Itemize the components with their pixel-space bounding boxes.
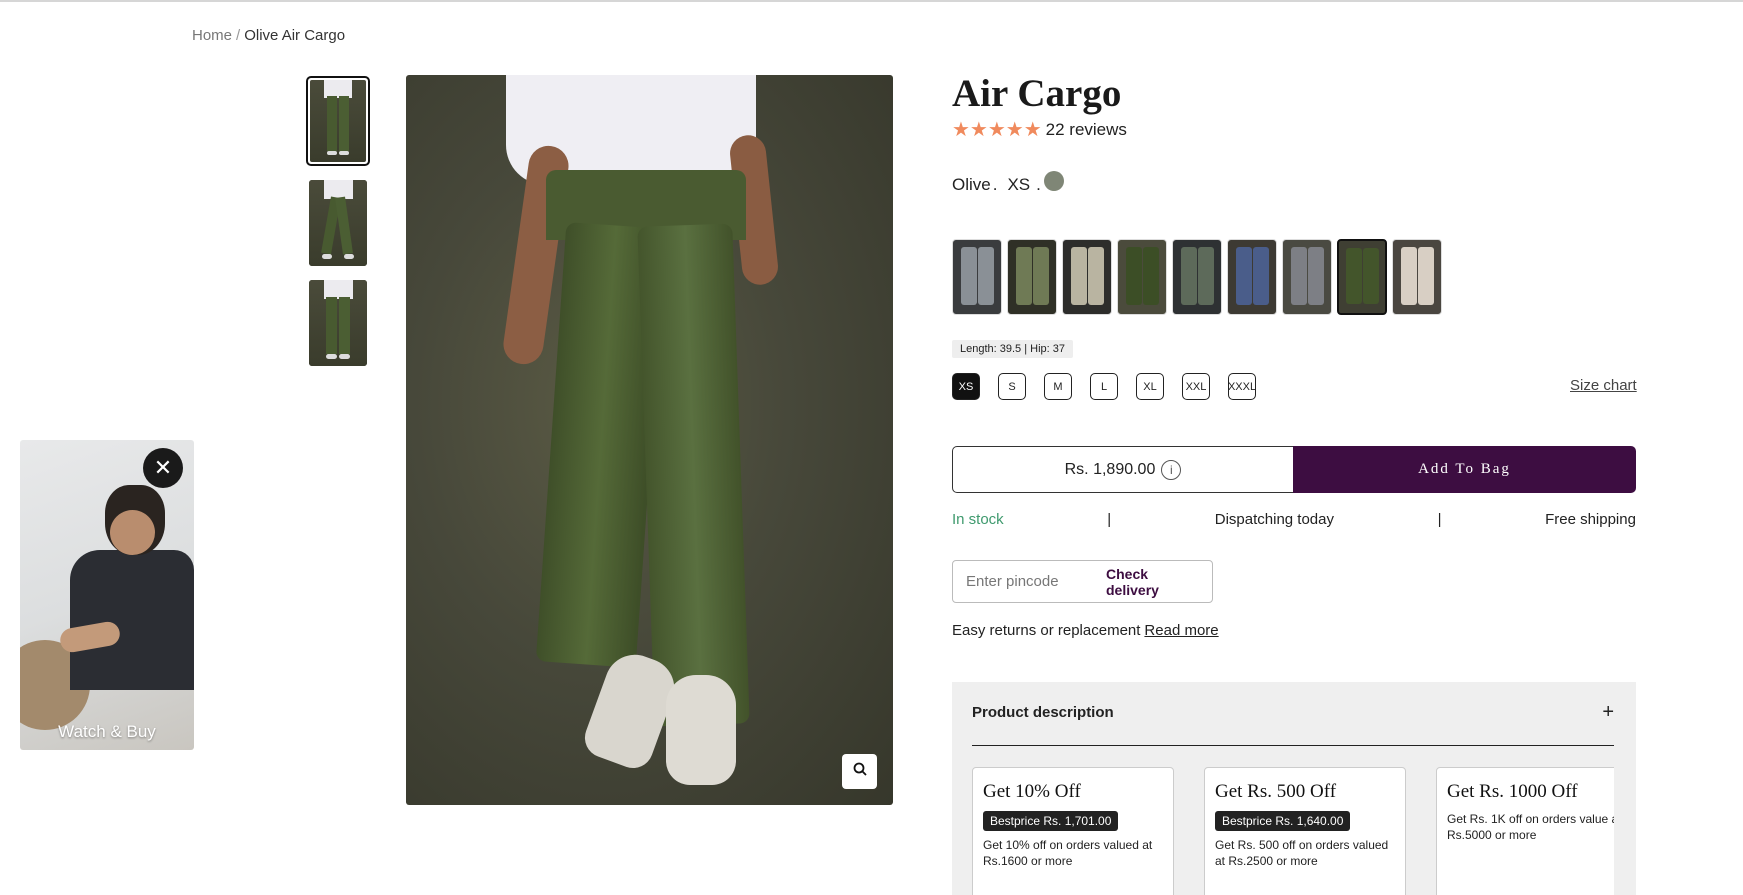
variant-size: XS bbox=[1007, 175, 1031, 194]
bestprice-badge: Bestprice Rs. 1,640.00 bbox=[1215, 811, 1351, 831]
offer-description: Get 10% off on orders valued at Rs.1600 … bbox=[983, 838, 1153, 868]
breadcrumb-home[interactable]: Home bbox=[192, 27, 232, 44]
review-count[interactable]: 22 reviews bbox=[1046, 120, 1127, 140]
watch-and-buy-label: Watch & Buy bbox=[58, 722, 156, 741]
color-swatch[interactable] bbox=[1172, 239, 1222, 315]
breadcrumb: Home / Olive Air Cargo bbox=[192, 27, 345, 44]
status-row: In stock | Dispatching today | Free ship… bbox=[952, 511, 1636, 528]
pincode-input[interactable] bbox=[966, 573, 1106, 590]
info-icon[interactable]: i bbox=[1161, 459, 1182, 480]
price: Rs. 1,890.00 bbox=[1064, 460, 1156, 478]
variant-separator-2: . bbox=[1036, 175, 1041, 194]
thumbnail-list bbox=[306, 76, 370, 380]
thumbnail-3[interactable] bbox=[309, 280, 367, 366]
size-option[interactable]: M bbox=[1044, 373, 1072, 400]
size-option[interactable]: XXL bbox=[1182, 373, 1210, 400]
color-swatch[interactable] bbox=[1337, 239, 1387, 315]
stock-status: In stock bbox=[952, 511, 1004, 528]
offer-description: Get Rs. 500 off on orders valued at Rs.2… bbox=[1215, 838, 1389, 868]
close-icon[interactable]: ✕ bbox=[143, 448, 183, 488]
color-swatch[interactable] bbox=[1282, 239, 1332, 315]
offer-title: Get Rs. 1000 Off bbox=[1447, 781, 1578, 802]
offer-card[interactable]: Get Rs. 1000 Off Get Rs. 1K off on orders… bbox=[1436, 767, 1614, 895]
status-separator: | bbox=[1437, 511, 1442, 528]
color-swatch[interactable] bbox=[1392, 239, 1442, 315]
offer-carousel: Get 10% Off Bestprice Rs. 1,701.00 Get 10%… bbox=[972, 767, 1614, 895]
add-to-bag-button[interactable]: Add To Bag bbox=[1293, 446, 1636, 493]
size-option[interactable]: XXXL bbox=[1228, 373, 1256, 400]
returns-info: Easy returns or replacement Read more bbox=[952, 622, 1219, 639]
offer-card[interactable]: Get 10% Off Bestprice Rs. 1,701.00 Get 10%… bbox=[972, 767, 1174, 895]
thumbnail-2[interactable] bbox=[309, 180, 367, 266]
pincode-checker: Check delivery bbox=[952, 560, 1213, 603]
price-box: Rs. 1,890.00 i bbox=[952, 446, 1294, 493]
top-divider bbox=[0, 0, 1743, 2]
variant-separator-1: . bbox=[992, 175, 998, 194]
dispatch-status: Dispatching today bbox=[1214, 511, 1334, 528]
returns-text: Easy returns or replacement bbox=[952, 622, 1141, 639]
color-swatch[interactable] bbox=[1007, 239, 1057, 315]
size-option[interactable]: L bbox=[1090, 373, 1118, 400]
description-title: Product description bbox=[972, 704, 1114, 721]
color-dot bbox=[1043, 171, 1064, 191]
color-swatch[interactable] bbox=[1062, 239, 1112, 315]
offer-card[interactable]: Get Rs. 500 Off Bestprice Rs. 1,640.00 Get… bbox=[1204, 767, 1406, 895]
color-swatches bbox=[952, 239, 1442, 315]
bestprice-badge: Bestprice Rs. 1,701.00 bbox=[983, 811, 1119, 831]
measurement-tag: Length: 39.5 | Hip: 37 bbox=[952, 340, 1073, 358]
variant-color: Olive bbox=[952, 175, 991, 194]
size-option[interactable]: XL bbox=[1136, 373, 1164, 400]
product-title: Air Cargo bbox=[952, 72, 1122, 115]
breadcrumb-current: Olive Air Cargo bbox=[244, 27, 346, 44]
zoom-button[interactable] bbox=[842, 754, 877, 789]
product-description-panel: Product description + Get 10% Off Bestpri… bbox=[952, 682, 1636, 895]
size-chart-link[interactable]: Size chart bbox=[1570, 377, 1637, 394]
description-header[interactable]: Product description + bbox=[972, 701, 1614, 746]
selected-variant: Olive. XS. bbox=[952, 171, 1064, 195]
color-swatch[interactable] bbox=[1227, 239, 1277, 315]
rating[interactable]: ★★★★★ 22 reviews bbox=[952, 117, 1127, 142]
search-icon bbox=[853, 762, 867, 781]
check-delivery-button[interactable]: Check delivery bbox=[1106, 566, 1202, 598]
star-icon: ★★★★★ bbox=[952, 119, 1042, 141]
size-option[interactable]: XS bbox=[952, 373, 980, 400]
status-separator: | bbox=[1107, 511, 1112, 528]
main-product-image[interactable] bbox=[406, 75, 893, 805]
shipping-status: Free shipping bbox=[1545, 511, 1636, 528]
color-swatch[interactable] bbox=[1117, 239, 1167, 315]
offer-description: Get Rs. 1K off on orders value at Rs.500… bbox=[1447, 812, 1614, 842]
read-more-link[interactable]: Read more bbox=[1144, 622, 1218, 639]
plus-icon[interactable]: + bbox=[1602, 701, 1614, 724]
size-option[interactable]: S bbox=[998, 373, 1026, 400]
color-swatch[interactable] bbox=[952, 239, 1002, 315]
thumbnail-1[interactable] bbox=[306, 76, 370, 166]
breadcrumb-separator: / bbox=[236, 27, 241, 44]
offer-title: Get 10% Off bbox=[983, 781, 1081, 802]
size-selector: XS S M L XL XXL XXXL bbox=[952, 373, 1256, 400]
offer-title: Get Rs. 500 Off bbox=[1215, 781, 1337, 802]
